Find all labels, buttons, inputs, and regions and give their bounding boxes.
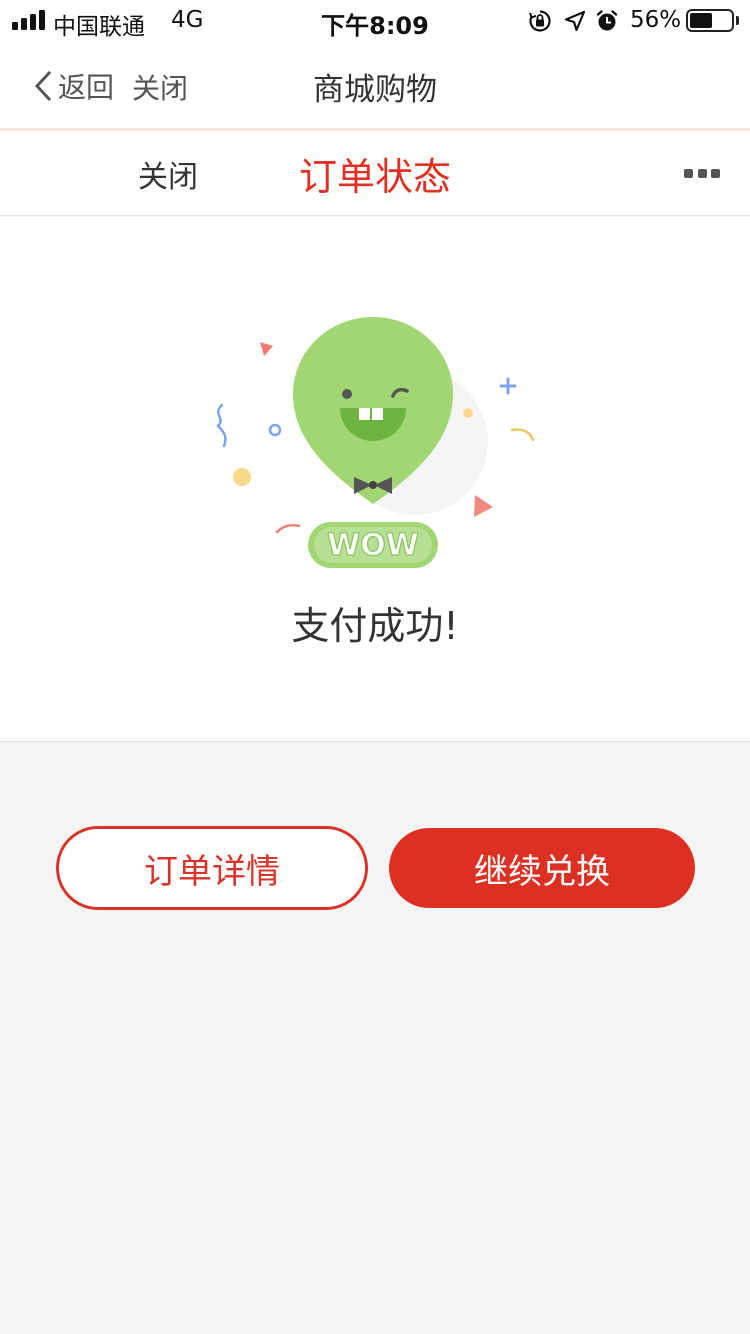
success-panel: WOW 支付成功!	[0, 217, 750, 742]
location-arrow-icon	[564, 10, 586, 32]
orientation-lock-icon	[529, 10, 551, 32]
page-header: 关闭 订单状态	[0, 131, 750, 216]
nav-bar: 返回 关闭 商城购物	[0, 42, 750, 128]
page-title: 订单状态	[298, 155, 451, 199]
battery-percent: 56%	[630, 7, 682, 33]
success-balloon-illustration: WOW	[216, 317, 535, 568]
battery-tip	[736, 16, 739, 25]
more-dots-icon[interactable]	[678, 165, 726, 181]
status-bar: 中国联通 4G 下午8:09 56%	[0, 0, 750, 42]
continue-exchange-button[interactable]: 继续兑换	[389, 828, 695, 908]
payment-success-message: 支付成功!	[291, 604, 459, 648]
alarm-icon	[596, 10, 618, 31]
battery-level-fill	[690, 13, 712, 28]
nav-title: 商城购物	[313, 72, 437, 108]
wow-badge-text: WOW	[327, 528, 419, 563]
battery-icon	[686, 9, 734, 32]
order-detail-button[interactable]: 订单详情	[56, 826, 368, 910]
